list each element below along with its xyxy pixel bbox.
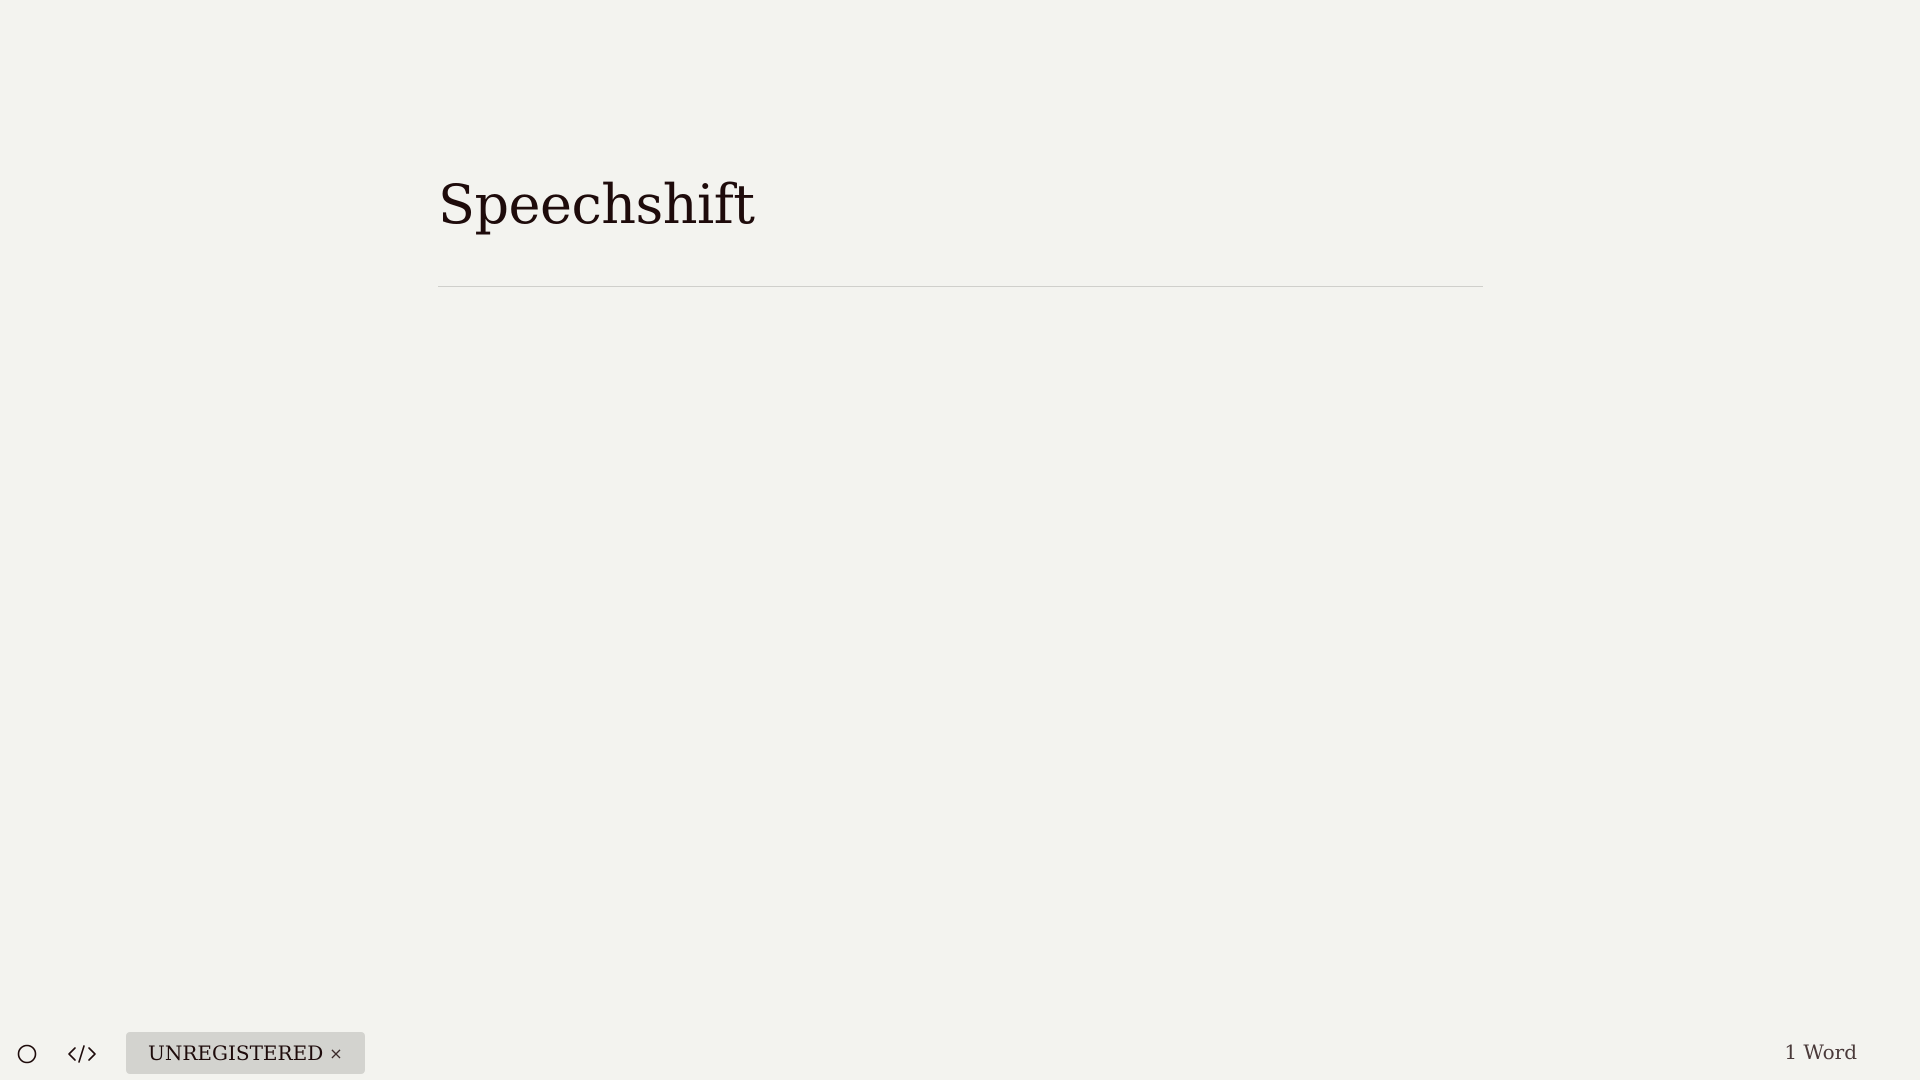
circle-icon[interactable] (11, 1038, 43, 1070)
document-title[interactable]: Speechshift (438, 160, 1483, 250)
editor: Speechshift (438, 160, 1483, 287)
unregistered-badge[interactable]: UNREGISTERED × (126, 1032, 365, 1074)
badge-close-icon[interactable]: × (329, 1044, 342, 1063)
code-icon[interactable] (66, 1038, 98, 1070)
badge-label: UNREGISTERED (148, 1041, 324, 1065)
code-icon-graphic (68, 1045, 96, 1063)
word-count[interactable]: 1 Word (1784, 1040, 1857, 1064)
circle-icon-graphic (17, 1044, 37, 1064)
status-bar: UNREGISTERED × 1 Word (0, 1028, 1920, 1080)
title-divider (438, 286, 1483, 287)
document-body[interactable] (438, 310, 1483, 1080)
